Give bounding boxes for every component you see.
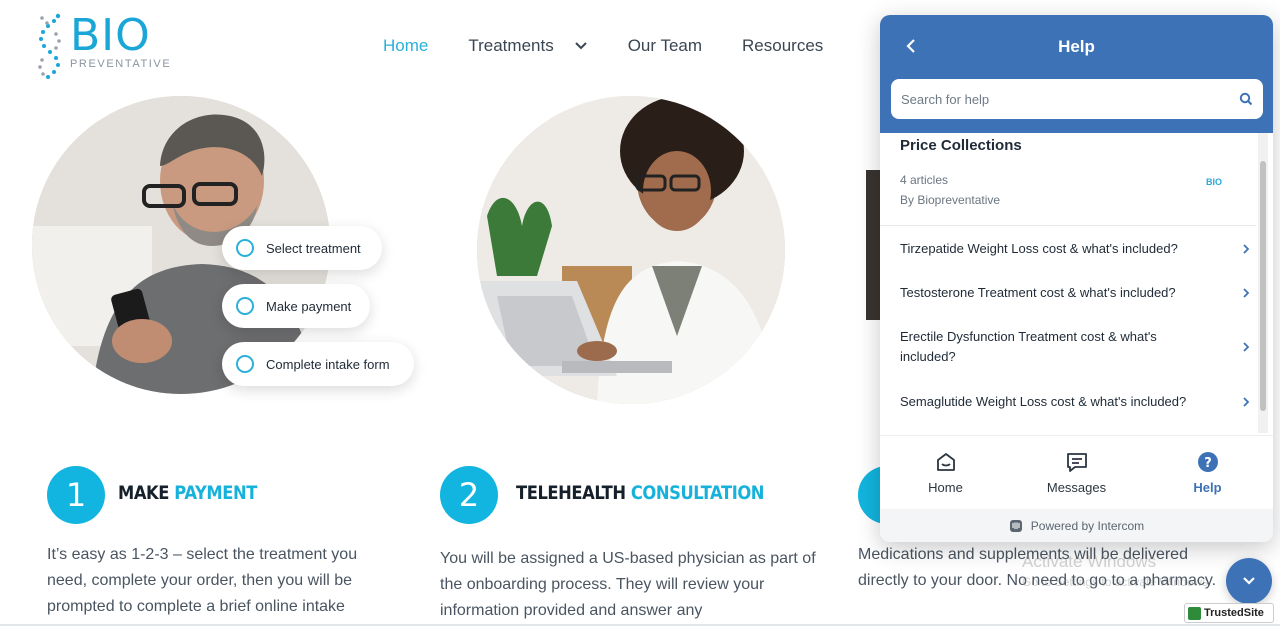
help-widget-title: Help	[1058, 37, 1095, 56]
physician-illustration	[477, 96, 785, 404]
powered-by-text: Powered by Intercom	[1030, 518, 1145, 533]
chevron-down-icon	[1243, 577, 1255, 585]
step-title: TELEHEALTH CONSULTATION	[516, 482, 764, 504]
trusted-site-label: TrustedSite	[1204, 607, 1264, 619]
help-search-input[interactable]	[901, 91, 1239, 107]
step-title-highlight: CONSULTATION	[630, 482, 765, 504]
hero-photo-physician	[477, 96, 785, 404]
checklist-label: Select treatment	[266, 240, 361, 256]
article-link[interactable]: Semaglutide Weight Loss cost & what's in…	[900, 392, 1250, 412]
dna-helix-icon	[38, 13, 61, 79]
tab-help-label: Help	[1193, 480, 1222, 495]
help-scrollbar[interactable]	[1258, 133, 1268, 433]
brand-tagline: PREVENTATIVE	[70, 58, 172, 70]
nav-our-team[interactable]: Our Team	[628, 36, 702, 56]
checklist-item: Select treatment	[222, 226, 382, 270]
checklist-label: Make payment	[266, 298, 352, 314]
step-title-part: MAKE	[118, 482, 170, 504]
home-icon	[936, 453, 955, 471]
circle-icon	[236, 355, 254, 373]
tab-messages-label: Messages	[1046, 480, 1107, 495]
main-nav: Home Treatments Our Team Resources	[383, 36, 863, 56]
messages-icon	[1066, 453, 1087, 472]
help-widget: Help Price Collections 4 articles By Bio…	[880, 15, 1273, 542]
checklist-item: Complete intake form	[222, 342, 414, 386]
scrollbar-thumb[interactable]	[1260, 161, 1266, 411]
collection-author-logo: BIO	[1206, 177, 1223, 187]
article-title: Erectile Dysfunction Treatment cost & wh…	[900, 329, 1157, 364]
tab-messages[interactable]: Messages	[1011, 436, 1142, 509]
article-title: Testosterone Treatment cost & what's inc…	[900, 285, 1176, 300]
article-link[interactable]: Erectile Dysfunction Treatment cost & wh…	[900, 327, 1250, 367]
trusted-site-badge[interactable]: TrustedSite	[1184, 603, 1274, 623]
article-title: Semaglutide Weight Loss cost & what's in…	[900, 394, 1187, 409]
chevron-right-icon	[1243, 397, 1250, 407]
os-activation-watermark-sub: Go to Settings to activate Windows.	[1022, 575, 1212, 589]
tab-home-label: Home	[928, 480, 963, 495]
step-number-badge: 1	[47, 466, 105, 524]
step-title: MAKE PAYMENT	[118, 482, 257, 504]
chevron-right-icon	[1243, 244, 1250, 254]
chevron-down-icon[interactable]	[574, 39, 588, 53]
nav-home[interactable]: Home	[383, 36, 428, 56]
step-description: It’s easy as 1-2-3 – select the treatmen…	[47, 546, 358, 615]
help-widget-footer[interactable]: Powered by Intercom	[880, 509, 1273, 542]
step-description: You will be assigned a US-based physicia…	[440, 550, 816, 619]
article-link[interactable]: Tirzepatide Weight Loss cost & what's in…	[900, 239, 1250, 259]
help-icon: ?	[1197, 452, 1218, 472]
collection-article-count: 4 articles	[900, 173, 949, 187]
os-activation-watermark: Activate Windows	[1022, 552, 1157, 571]
collection-title: Price Collections	[900, 137, 1022, 154]
circle-icon	[236, 297, 254, 315]
circle-icon	[236, 239, 254, 257]
step-title-highlight: PAYMENT	[174, 482, 257, 504]
step-title-part: TELEHEALTH	[516, 482, 626, 504]
checklist-item: Make payment	[222, 284, 370, 328]
divider	[880, 225, 1256, 226]
check-icon	[1188, 606, 1201, 620]
nav-resources[interactable]: Resources	[742, 36, 823, 56]
help-widget-tabs: Home Messages ? Help	[880, 435, 1273, 509]
svg-text:?: ?	[1204, 456, 1212, 471]
tab-help[interactable]: ? Help	[1142, 436, 1273, 509]
article-title: Tirzepatide Weight Loss cost & what's in…	[900, 241, 1178, 256]
nav-treatments-label: Treatments	[468, 36, 554, 55]
collection-author: By Biopreventative	[900, 193, 1001, 207]
chevron-right-icon	[1243, 288, 1250, 298]
page: BIO PREVENTATIVE Home Treatments Our Tea…	[0, 0, 1280, 626]
tab-home[interactable]: Home	[880, 436, 1011, 509]
search-icon[interactable]	[1239, 92, 1253, 106]
intercom-icon	[1009, 519, 1022, 532]
help-launcher-button[interactable]	[1226, 558, 1272, 604]
brand-name: BIO	[70, 10, 151, 61]
help-search-box[interactable]	[891, 79, 1263, 119]
help-widget-body: Price Collections 4 articles By Biopreve…	[880, 133, 1273, 433]
brand-logo[interactable]: BIO PREVENTATIVE	[34, 10, 184, 82]
nav-treatments[interactable]: Treatments	[468, 36, 587, 56]
step-number-badge: 2	[440, 466, 498, 524]
chevron-right-icon	[1243, 342, 1250, 352]
checklist-label: Complete intake form	[266, 356, 390, 372]
article-link[interactable]: Testosterone Treatment cost & what's inc…	[900, 283, 1250, 303]
help-widget-header: Help	[880, 15, 1273, 133]
